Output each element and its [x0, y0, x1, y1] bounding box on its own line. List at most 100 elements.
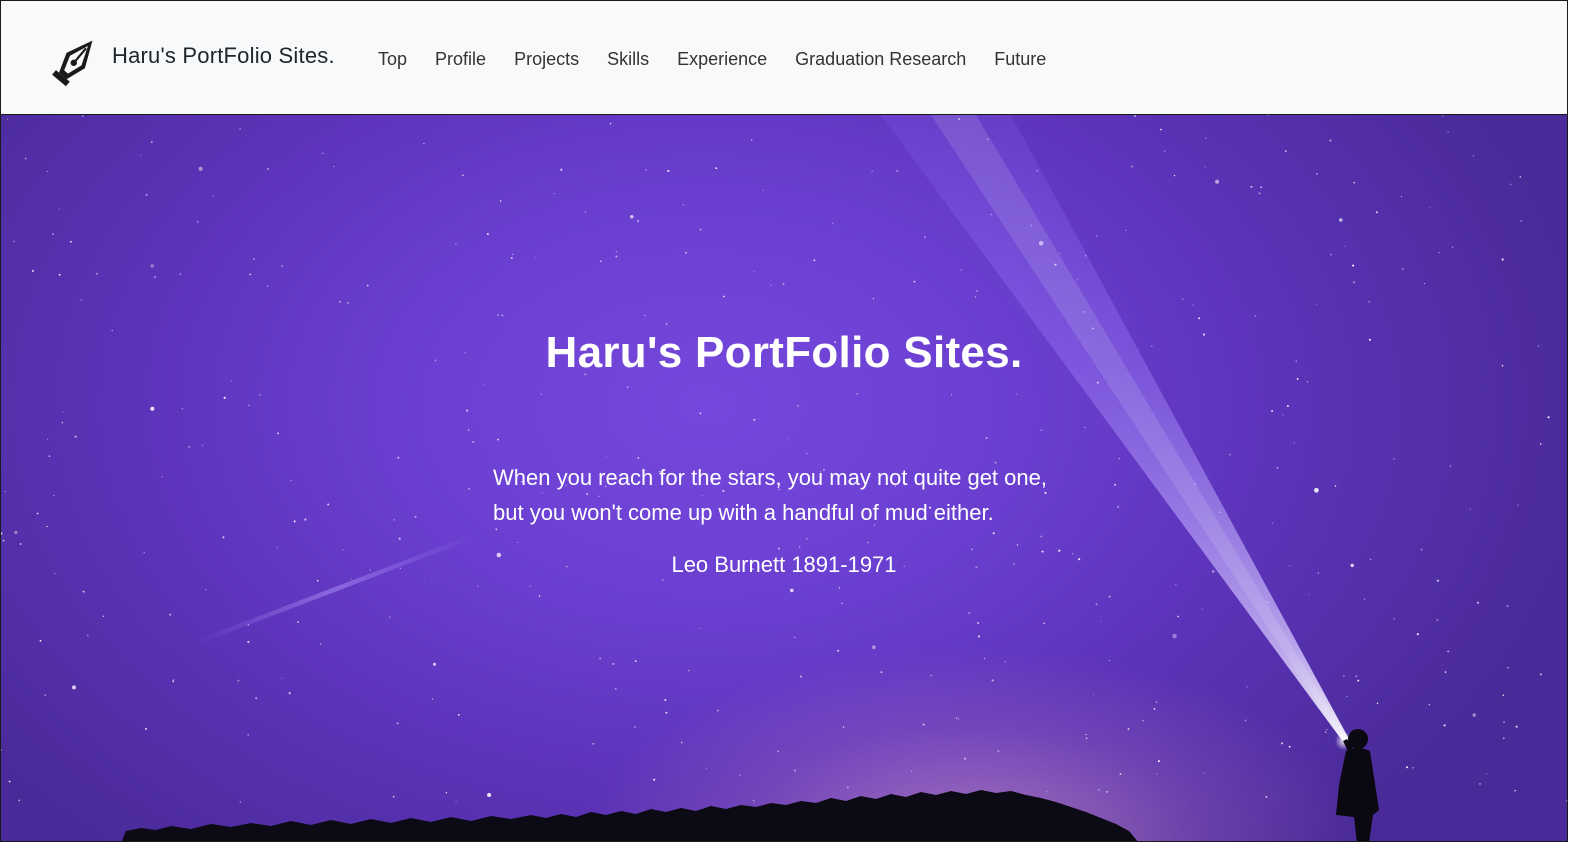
- star: [69, 240, 72, 243]
- star: [960, 269, 963, 271]
- star: [1352, 264, 1355, 267]
- nav-link-skills[interactable]: Skills: [593, 49, 663, 69]
- star: [930, 674, 932, 677]
- star: [222, 536, 225, 539]
- star: [699, 412, 702, 415]
- star: [1539, 673, 1542, 676]
- star: [838, 587, 841, 589]
- star: [1282, 414, 1284, 416]
- star: [1357, 679, 1360, 682]
- star: [24, 157, 27, 160]
- star: [1509, 183, 1512, 186]
- star: [19, 543, 22, 545]
- star: [1476, 601, 1479, 604]
- star: [1016, 393, 1018, 395]
- star: [145, 194, 148, 196]
- star: [637, 219, 640, 223]
- star: [145, 727, 148, 730]
- star: [762, 189, 764, 191]
- star: [1486, 773, 1488, 775]
- nav-link-profile[interactable]: Profile: [421, 49, 500, 69]
- star: [342, 548, 344, 551]
- star: [1260, 186, 1262, 188]
- nav-links: Top Profile Projects Skills Experience G…: [364, 47, 1060, 71]
- star: [983, 657, 986, 660]
- star: [1119, 773, 1122, 775]
- brand-text: Haru's PortFolio Sites.: [112, 43, 335, 68]
- star: [1443, 724, 1446, 727]
- star: [281, 265, 283, 267]
- star: [750, 139, 753, 141]
- star: [1244, 719, 1247, 722]
- nav-link-future[interactable]: Future: [980, 49, 1060, 69]
- star: [1547, 416, 1550, 419]
- star: [1177, 615, 1180, 618]
- star: [223, 396, 226, 399]
- star: [179, 273, 182, 275]
- star: [782, 282, 785, 285]
- star: [80, 299, 83, 302]
- star: [1127, 728, 1130, 730]
- star: [497, 438, 499, 441]
- star: [1040, 535, 1043, 538]
- star: [201, 444, 204, 446]
- star: [1506, 605, 1509, 607]
- star: [247, 734, 249, 736]
- star: [871, 170, 873, 172]
- star: [653, 778, 656, 781]
- star: [685, 251, 687, 254]
- nav-link-experience[interactable]: Experience: [663, 49, 781, 69]
- star: [538, 595, 541, 597]
- star: [1106, 790, 1108, 793]
- star: [957, 718, 960, 720]
- star: [644, 314, 646, 316]
- star: [1205, 137, 1207, 139]
- star: [753, 418, 756, 421]
- star: [388, 616, 391, 618]
- star: [44, 694, 46, 696]
- star: [267, 168, 269, 170]
- star: [82, 590, 85, 593]
- star: [688, 669, 690, 672]
- star: [529, 585, 531, 587]
- nav-link-projects[interactable]: Projects: [500, 49, 593, 69]
- star: [609, 122, 612, 125]
- star: [181, 408, 183, 410]
- star: [612, 662, 615, 665]
- star: [297, 620, 300, 624]
- star: [1520, 220, 1523, 222]
- star: [1204, 166, 1206, 168]
- star: [1406, 766, 1408, 769]
- star: [1198, 317, 1201, 320]
- star: [615, 251, 617, 253]
- nav-link-top[interactable]: Top: [364, 49, 421, 69]
- star: [847, 786, 849, 789]
- star: [705, 767, 707, 770]
- star: [1040, 429, 1043, 431]
- star: [837, 649, 840, 652]
- star: [414, 515, 417, 518]
- star: [1288, 745, 1291, 748]
- star: [212, 195, 214, 197]
- nav-link-graduation-research[interactable]: Graduation Research: [781, 49, 980, 69]
- star: [468, 487, 470, 490]
- star: [978, 635, 980, 638]
- star: [304, 518, 307, 521]
- star: [1153, 708, 1156, 710]
- star: [510, 257, 513, 259]
- star: [266, 285, 269, 287]
- star: [499, 200, 502, 202]
- star: [431, 580, 433, 582]
- star: [1316, 172, 1318, 175]
- star: [1344, 245, 1346, 247]
- star: [1267, 115, 1270, 116]
- star: [249, 273, 251, 276]
- quote-author: Leo Burnett 1891-1971: [671, 552, 897, 577]
- star: [1192, 304, 1194, 306]
- brand-link[interactable]: Haru's PortFolio Sites.: [49, 31, 335, 87]
- star: [247, 640, 250, 643]
- star: [856, 393, 858, 395]
- stars: [1, 115, 1567, 803]
- star: [637, 457, 640, 459]
- star: [1436, 579, 1439, 582]
